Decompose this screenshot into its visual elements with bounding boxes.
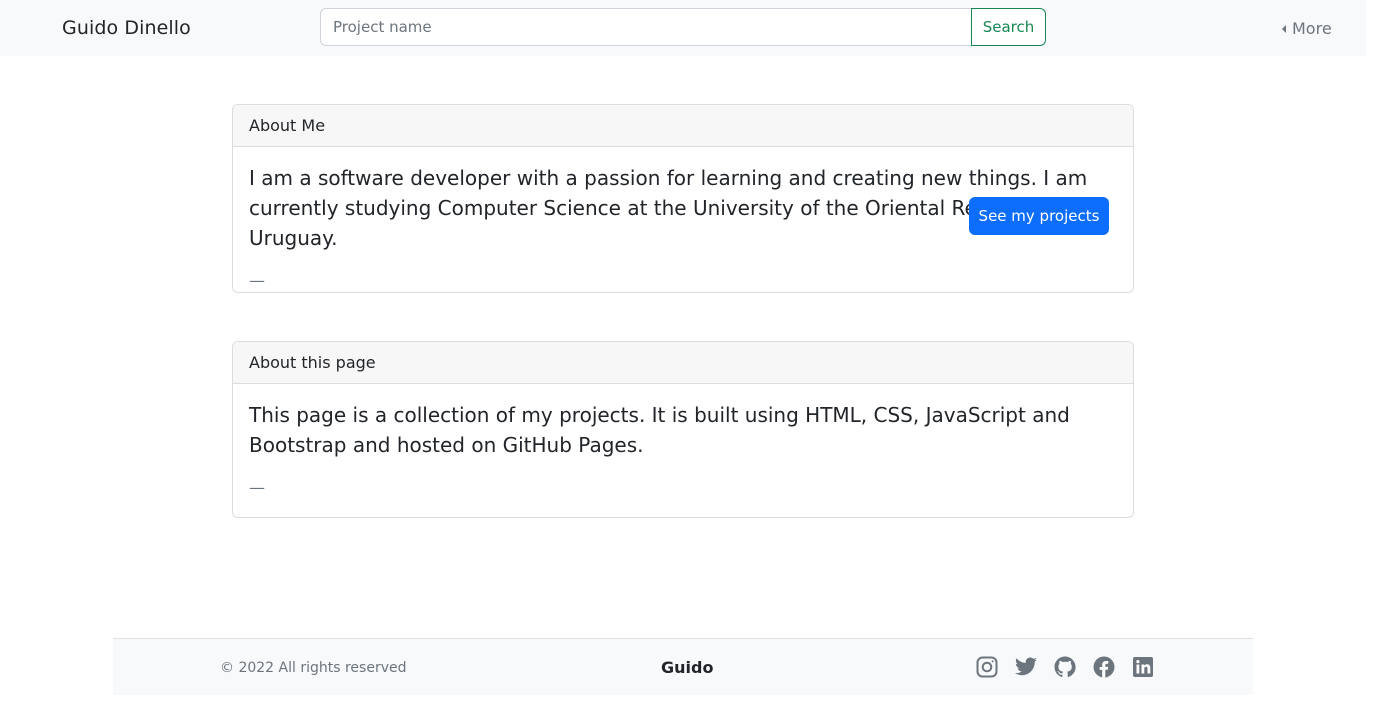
card-text: This page is a collection of my projects… [249, 403, 1070, 457]
footer-name: Guido [661, 658, 714, 677]
more-dropdown-toggle[interactable]: More [1282, 17, 1332, 39]
navbar: Guido Dinello Search More [0, 0, 1366, 56]
page-footer: © 2022 All rights reserved Guido [113, 638, 1253, 695]
search-input[interactable] [320, 8, 973, 46]
more-label: More [1292, 18, 1332, 38]
caret-left-icon [1282, 25, 1286, 33]
search-button[interactable]: Search [971, 8, 1046, 46]
card-header: About this page [233, 342, 1133, 384]
card-body: This page is a collection of my projects… [233, 384, 1133, 498]
brand-link[interactable]: Guido Dinello [62, 15, 191, 41]
copyright-text: © 2022 All rights reserved [220, 660, 407, 676]
facebook-icon[interactable] [1092, 655, 1116, 679]
linkedin-icon[interactable] [1131, 655, 1155, 679]
twitter-icon[interactable] [1014, 655, 1038, 679]
instagram-icon[interactable] [975, 655, 999, 679]
card-header: About Me [233, 105, 1133, 147]
about-me-card: About Me I am a software developer with … [232, 104, 1134, 293]
social-links [975, 655, 1155, 679]
about-page-card: About this page This page is a collectio… [232, 341, 1134, 518]
github-icon[interactable] [1053, 655, 1077, 679]
see-my-projects-button[interactable]: See my projects [969, 197, 1109, 235]
card-footer: — [249, 271, 265, 290]
card-footer: — [249, 478, 265, 497]
